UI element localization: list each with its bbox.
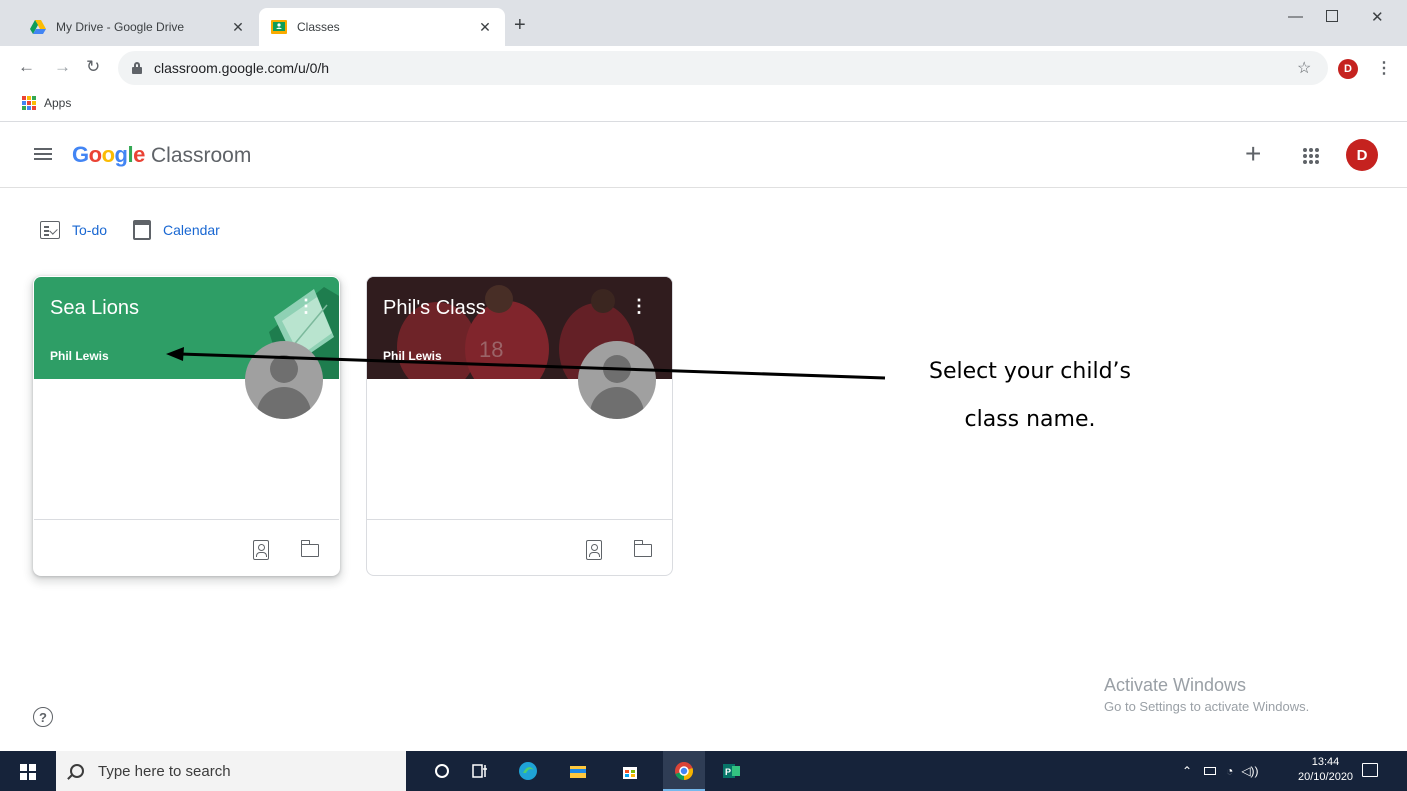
taskbar-clock[interactable]: 13:44 20/10/2020	[1298, 755, 1353, 785]
help-icon[interactable]: ?	[33, 707, 53, 727]
browser-profile-avatar[interactable]: D	[1338, 59, 1358, 79]
cortana-icon[interactable]	[432, 761, 452, 781]
student-work-icon[interactable]	[253, 540, 269, 560]
todo-label: To-do	[72, 222, 108, 238]
class-name[interactable]: Phil's Class	[383, 297, 486, 320]
battery-icon[interactable]	[1204, 767, 1217, 775]
apps-grid-icon	[22, 96, 36, 110]
teacher-name[interactable]: Phil Lewis	[383, 349, 442, 363]
class-card-phils-class[interactable]: 18 Phil's Class Phil Lewis ⋮	[366, 276, 673, 576]
calendar-link[interactable]: Calendar	[133, 220, 220, 240]
tab-google-drive[interactable]: My Drive - Google Drive ✕	[18, 8, 258, 46]
account-avatar[interactable]: D	[1346, 139, 1378, 171]
clock-date: 20/10/2020	[1298, 771, 1354, 783]
browser-menu-icon[interactable]: ⋮	[1376, 58, 1392, 78]
todo-icon	[40, 221, 60, 239]
google-wordmark: Google	[72, 142, 145, 167]
annotation-line-1: Select your child’s	[928, 359, 1131, 384]
activate-windows-watermark: Activate Windows Go to Settings to activ…	[1104, 675, 1309, 714]
teacher-avatar	[578, 341, 656, 419]
maximize-icon[interactable]	[1326, 10, 1338, 22]
product-name: Classroom	[150, 144, 252, 167]
card-footer	[367, 519, 672, 575]
apps-bookmark[interactable]: Apps	[22, 96, 71, 110]
clock-time: 13:44	[1311, 756, 1340, 768]
wifi-icon[interactable]: ◔	[1226, 764, 1233, 778]
watermark-subtitle: Go to Settings to activate Windows.	[1104, 699, 1310, 714]
tab-title: Classes	[297, 20, 340, 34]
classroom-icon	[271, 20, 287, 34]
google-apps-icon[interactable]	[1303, 148, 1319, 164]
watermark-title: Activate Windows	[1104, 675, 1247, 695]
screen: My Drive - Google Drive ✕ Classes ✕ + — …	[0, 0, 1407, 791]
address-url: classroom.google.com/u/0/h	[154, 60, 330, 76]
tab-close-icon[interactable]: ✕	[230, 19, 246, 36]
calendar-icon	[133, 220, 152, 240]
classroom-header: Google Classroom + D	[0, 122, 1407, 188]
publisher-icon[interactable]: P	[722, 761, 742, 781]
browser-toolbar: ← → ↻ classroom.google.com/u/0/h ☆ D ⋮	[0, 46, 1407, 90]
system-tray: ⌃ ◔ ◁))	[1182, 751, 1259, 791]
forward-arrow-icon[interactable]: →	[54, 57, 71, 77]
class-card-sea-lions[interactable]: Sea Lions Phil Lewis ⋮	[33, 276, 340, 576]
reload-icon[interactable]: ↻	[86, 57, 100, 77]
bookmarks-bar: Apps	[0, 90, 1407, 122]
class-options-icon[interactable]: ⋮	[297, 297, 315, 315]
volume-icon[interactable]: ◁))	[1241, 764, 1258, 778]
main-menu-icon[interactable]	[34, 148, 52, 160]
browser-tabstrip: My Drive - Google Drive ✕ Classes ✕ + — …	[0, 0, 1407, 46]
class-options-icon[interactable]: ⋮	[630, 297, 648, 315]
show-hidden-icons-icon[interactable]: ⌃	[1182, 764, 1192, 778]
tab-close-icon[interactable]: ✕	[477, 19, 493, 36]
notifications-icon[interactable]	[1362, 763, 1378, 777]
classroom-logo[interactable]: Google Classroom	[72, 142, 251, 168]
window-close-icon[interactable]: ✕	[1371, 8, 1384, 26]
annotation-line-2: class name.	[964, 407, 1096, 432]
taskbar-search[interactable]: Type here to search	[56, 751, 406, 791]
chrome-icon	[675, 762, 694, 780]
back-arrow-icon[interactable]: ←	[18, 57, 35, 77]
class-name[interactable]: Sea Lions	[50, 297, 139, 320]
annotation-text: Select your child’s class name.	[880, 348, 1180, 444]
search-icon	[70, 764, 84, 778]
windows-start-icon[interactable]	[20, 764, 36, 780]
tab-title: My Drive - Google Drive	[56, 20, 185, 34]
chrome-taskbar-button[interactable]	[663, 751, 705, 791]
class-folder-icon[interactable]	[300, 540, 319, 557]
bookmark-star-icon[interactable]: ☆	[1297, 58, 1311, 78]
minimize-icon[interactable]: —	[1288, 8, 1303, 25]
svg-text:P: P	[725, 767, 731, 777]
teacher-avatar	[245, 341, 323, 419]
teacher-name[interactable]: Phil Lewis	[50, 349, 109, 363]
address-bar[interactable]: classroom.google.com/u/0/h	[118, 51, 1328, 85]
todo-link[interactable]: To-do	[40, 221, 107, 239]
store-icon[interactable]	[620, 761, 640, 781]
quick-links: To-do Calendar	[40, 220, 246, 240]
edge-icon[interactable]	[518, 761, 538, 781]
create-join-class-button[interactable]: +	[1245, 138, 1261, 170]
student-work-icon[interactable]	[586, 540, 602, 560]
task-view-icon[interactable]	[470, 761, 490, 781]
calendar-label: Calendar	[163, 222, 220, 238]
new-tab-button[interactable]: +	[514, 14, 526, 37]
tab-classes[interactable]: Classes ✕	[259, 8, 505, 46]
apps-label: Apps	[44, 96, 72, 110]
file-explorer-icon[interactable]	[568, 761, 588, 781]
lock-icon	[132, 62, 142, 74]
google-drive-icon	[30, 20, 46, 34]
windows-taskbar: Type here to search P ⌃ ◔ ◁)) 13:44 20/1…	[0, 751, 1407, 791]
card-footer	[34, 519, 339, 575]
search-placeholder: Type here to search	[98, 762, 231, 780]
class-folder-icon[interactable]	[633, 540, 652, 557]
